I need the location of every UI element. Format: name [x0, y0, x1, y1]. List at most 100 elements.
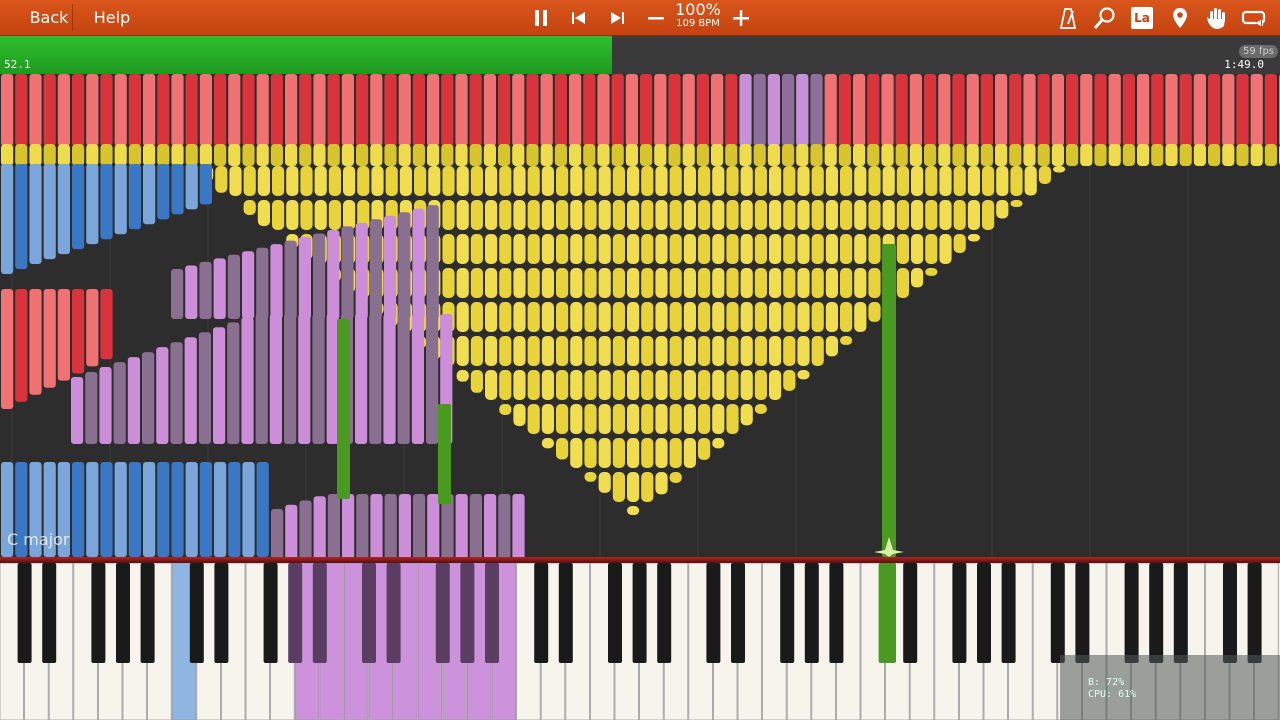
note-bar: [229, 166, 242, 196]
progress-bar[interactable]: 52.1 1:49.0 59 fps: [0, 36, 1280, 74]
note-bar: [980, 74, 993, 146]
note-bar: [711, 74, 724, 146]
note-bar: [754, 166, 767, 196]
note-bar: [1137, 74, 1150, 146]
note-bar: [641, 302, 654, 332]
note-bar: [952, 74, 965, 146]
note-bar: [242, 144, 255, 166]
note-bar: [896, 166, 909, 196]
black-key: [460, 563, 475, 663]
note-bar: [655, 404, 668, 434]
note-bar: [881, 144, 894, 166]
note-bar: [584, 268, 597, 298]
note-bar: [298, 314, 311, 444]
loop-button[interactable]: [1240, 0, 1268, 35]
note-bar: [953, 234, 966, 253]
note-bar: [285, 144, 298, 166]
note-bar: [570, 166, 583, 196]
note-bar: [1179, 144, 1192, 166]
note-bar: [384, 494, 397, 557]
note-bar: [527, 234, 540, 264]
note-bar: [840, 336, 853, 345]
note-bar: [754, 302, 767, 332]
note-bar: [441, 74, 454, 146]
note-bar: [299, 74, 312, 146]
note-bar: [527, 370, 540, 400]
green-note: [438, 404, 451, 504]
tempo-up-button[interactable]: [726, 0, 756, 35]
note-bar: [669, 404, 682, 434]
note-bar: [498, 494, 511, 557]
note-bar: [355, 222, 368, 319]
note-bar: [1236, 144, 1249, 166]
note-bar: [767, 74, 780, 146]
note-bar: [612, 438, 625, 468]
progress-fill: [0, 36, 612, 74]
note-bar: [825, 302, 838, 332]
skip-back-icon: [572, 11, 585, 24]
black-key: [386, 563, 401, 663]
metronome-icon: [1060, 7, 1076, 29]
black-key: [706, 563, 721, 663]
label-toggle-button[interactable]: La: [1130, 0, 1154, 35]
note-bar: [612, 200, 625, 230]
note-bar: [1066, 144, 1079, 166]
note-bar: [739, 74, 752, 146]
note-bar: [925, 200, 938, 230]
help-button[interactable]: Help: [78, 0, 146, 35]
note-bar: [627, 234, 640, 264]
note-bar: [740, 404, 753, 426]
tempo-down-button[interactable]: [641, 0, 671, 35]
black-key: [17, 563, 32, 663]
marker-button[interactable]: [1168, 0, 1192, 35]
note-bar: [641, 370, 654, 400]
note-bar: [783, 200, 796, 230]
note-bar: [470, 234, 483, 264]
pause-button[interactable]: [526, 0, 556, 35]
note-bar: [298, 237, 311, 319]
note-bar: [327, 74, 340, 146]
note-bar: [598, 370, 611, 400]
note-bar: [797, 370, 810, 380]
black-key: [1149, 563, 1164, 663]
note-bar: [513, 336, 526, 366]
note-bar: [911, 200, 924, 230]
note-bar: [470, 302, 483, 332]
note-bar: [895, 74, 908, 146]
note-bar: [242, 462, 255, 557]
black-key: [903, 563, 918, 663]
note-bar: [114, 144, 127, 166]
green-note: [337, 319, 350, 499]
note-bar: [86, 164, 99, 245]
note-bar: [513, 404, 526, 427]
note-bar: [584, 336, 597, 366]
note-bar: [271, 509, 284, 557]
note-bar: [811, 336, 824, 366]
note-bar: [612, 166, 625, 196]
note-bar: [314, 200, 327, 230]
note-bar: [782, 144, 795, 166]
note-bar: [612, 302, 625, 332]
note-bar: [641, 438, 654, 468]
note-bar: [1051, 144, 1064, 166]
note-bar: [811, 166, 824, 196]
note-bar: [456, 234, 469, 264]
metronome-button[interactable]: [1055, 0, 1081, 35]
hand-button[interactable]: [1203, 0, 1231, 35]
back-label: Back: [29, 8, 69, 27]
note-bar: [938, 144, 951, 166]
note-bar: [754, 234, 767, 264]
skip-back-button[interactable]: [564, 0, 594, 35]
note-bar: [57, 289, 70, 381]
note-bar: [939, 234, 952, 264]
skip-forward-button[interactable]: [602, 0, 632, 35]
note-bar: [15, 164, 28, 270]
hand-icon: [1207, 7, 1225, 29]
note-bar: [341, 226, 354, 319]
note-bar: [769, 336, 782, 366]
note-bar: [143, 164, 156, 225]
elapsed-time: 52.1: [4, 58, 31, 71]
note-bar: [242, 74, 255, 146]
note-bar: [384, 144, 397, 166]
search-button[interactable]: [1091, 0, 1119, 35]
